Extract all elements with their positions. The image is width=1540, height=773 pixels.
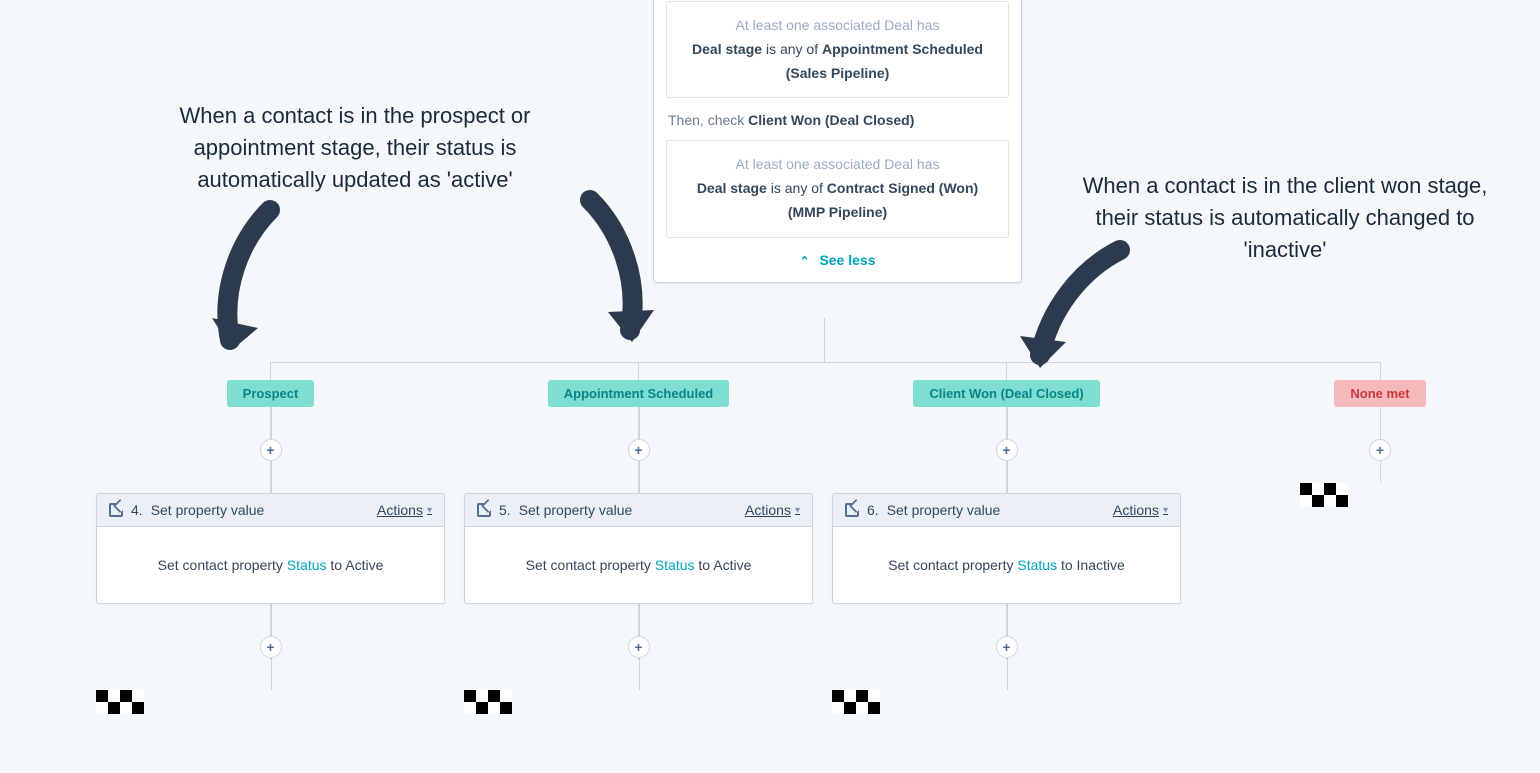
property-value: Inactive [1077, 557, 1125, 573]
actions-dropdown[interactable]: Actions ▾ [745, 502, 800, 518]
property-value: Active [713, 557, 751, 573]
edit-icon [109, 503, 123, 517]
action-card-header: 4. Set property value Actions ▾ [97, 494, 444, 527]
action-card[interactable]: 5. Set property value Actions ▾ Set cont… [464, 493, 813, 604]
finish-flag-icon [1300, 483, 1460, 507]
add-step-button[interactable]: + [996, 439, 1018, 461]
add-step-button[interactable]: + [260, 636, 282, 658]
finish-flag-icon [96, 690, 445, 714]
action-card-header: 6. Set property value Actions ▾ [833, 494, 1180, 527]
caret-down-icon: ▾ [795, 505, 800, 516]
property-value: Active [345, 557, 383, 573]
edit-icon [477, 503, 491, 517]
branch-badge: Prospect [227, 380, 315, 407]
action-title: Set property value [887, 502, 1001, 518]
finish-flag-icon [464, 690, 813, 714]
action-title: Set property value [519, 502, 633, 518]
property-name: Status [655, 557, 695, 573]
caret-down-icon: ▾ [427, 505, 432, 516]
action-card[interactable]: 4. Set property value Actions ▾ Set cont… [96, 493, 445, 604]
add-step-button[interactable]: + [1369, 439, 1391, 461]
branch-badge: Appointment Scheduled [548, 380, 730, 407]
branch-client-won: Client Won (Deal Closed) + 6. Set proper… [832, 0, 1181, 714]
action-card-body: Set contact property Status to Inactive [833, 527, 1180, 603]
edit-icon [845, 503, 859, 517]
action-number: 6. [867, 502, 879, 518]
annotation-left: When a contact is in the prospect or app… [140, 100, 570, 196]
annotation-right: When a contact is in the client won stag… [1075, 170, 1495, 266]
add-step-button[interactable]: + [628, 439, 650, 461]
actions-label: Actions [377, 502, 423, 518]
action-title: Set property value [151, 502, 265, 518]
add-step-button[interactable]: + [260, 439, 282, 461]
finish-flag-icon [832, 690, 1181, 714]
action-number: 4. [131, 502, 143, 518]
property-name: Status [1017, 557, 1057, 573]
property-name: Status [287, 557, 327, 573]
branch-badge: Client Won (Deal Closed) [913, 380, 1099, 407]
action-card-header: 5. Set property value Actions ▾ [465, 494, 812, 527]
actions-dropdown[interactable]: Actions ▾ [377, 502, 432, 518]
add-step-button[interactable]: + [996, 636, 1018, 658]
actions-dropdown[interactable]: Actions ▾ [1113, 502, 1168, 518]
actions-label: Actions [1113, 502, 1159, 518]
action-number: 5. [499, 502, 511, 518]
connector-stub [824, 318, 825, 362]
action-card[interactable]: 6. Set property value Actions ▾ Set cont… [832, 493, 1181, 604]
branch-badge-none: None met [1334, 380, 1425, 407]
add-step-button[interactable]: + [628, 636, 650, 658]
caret-down-icon: ▾ [1163, 505, 1168, 516]
action-card-body: Set contact property Status to Active [465, 527, 812, 603]
actions-label: Actions [745, 502, 791, 518]
action-card-body: Set contact property Status to Active [97, 527, 444, 603]
